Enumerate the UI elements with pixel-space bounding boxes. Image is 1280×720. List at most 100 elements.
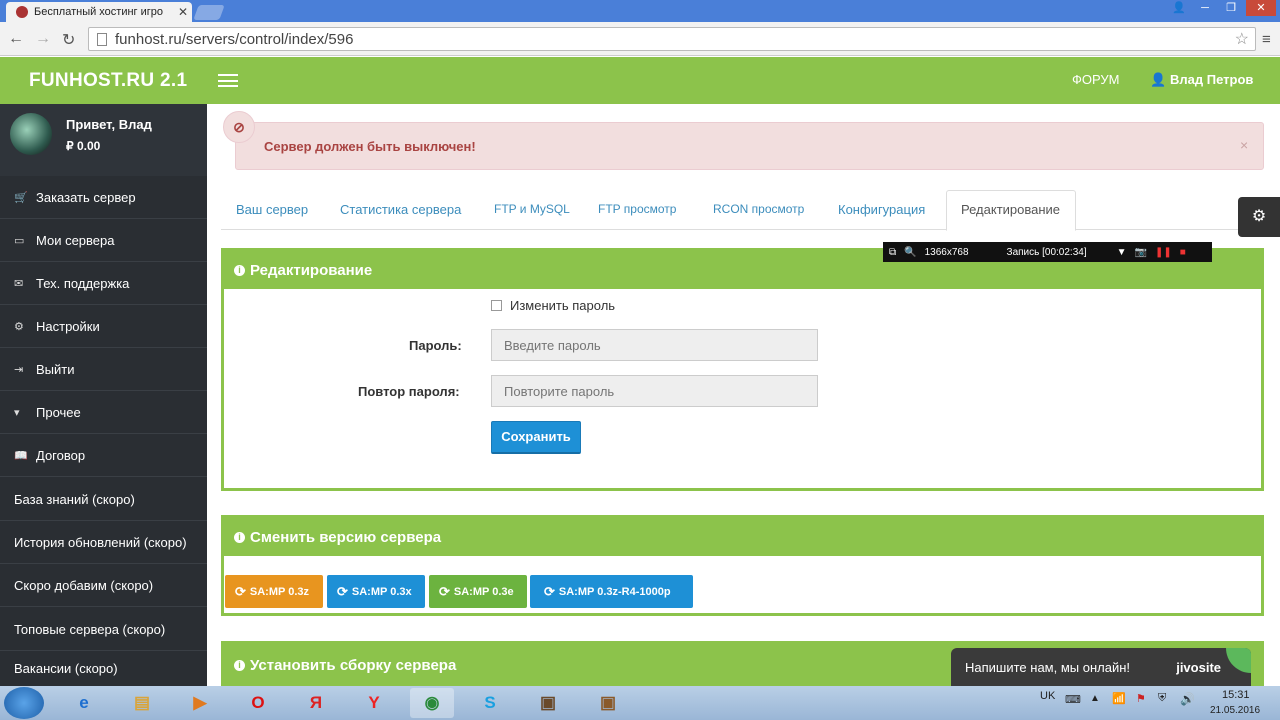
refresh-icon: ⟳ xyxy=(235,583,246,599)
password-input[interactable] xyxy=(491,329,818,361)
version-button-03x[interactable]: ⟳ SA:MP 0.3x xyxy=(327,575,425,608)
avatar xyxy=(10,113,52,155)
favicon-icon xyxy=(16,6,28,18)
stop-icon[interactable]: ■ xyxy=(1180,247,1186,258)
version-button-03z-r4[interactable]: ⟳ SA:MP 0.3z-R4-1000p xyxy=(530,575,693,608)
close-tab-icon[interactable]: ✕ xyxy=(178,5,188,19)
yandex-icon[interactable]: Я xyxy=(294,688,338,718)
sidebar-item-logout[interactable]: ⇥ Выйти xyxy=(0,348,207,391)
tab-server-stats[interactable]: Статистика сервера xyxy=(340,202,461,217)
brand-logo[interactable]: FUNHOST.RU 2.1 xyxy=(29,70,187,92)
tab-editing[interactable]: Редактирование xyxy=(961,202,1060,217)
info-icon: i xyxy=(234,264,245,276)
version-panel-title: Сменить версию сервера xyxy=(250,528,442,546)
opera-icon[interactable]: O xyxy=(236,688,280,718)
network-icon[interactable]: 📶 xyxy=(1112,692,1126,705)
chrome-icon[interactable]: ◉ xyxy=(410,688,454,718)
start-button[interactable] xyxy=(4,687,44,719)
user-menu[interactable]: Влад Петров xyxy=(1170,72,1253,87)
skype-icon[interactable]: S xyxy=(468,688,512,718)
user-icon[interactable]: 👤 xyxy=(1166,0,1192,16)
minimize-icon[interactable]: ─ xyxy=(1192,0,1218,16)
change-password-checkbox[interactable] xyxy=(491,300,502,311)
alert-text: Сервер должен быть выключен! xyxy=(264,139,476,154)
maximize-icon[interactable]: ❐ xyxy=(1218,0,1244,16)
envelope-icon: ✉ xyxy=(14,277,24,290)
tray-expand-icon[interactable]: ▲ xyxy=(1090,693,1100,704)
sidebar-item-update-history[interactable]: История обновлений (скоро) xyxy=(0,521,207,564)
keyboard-icon[interactable]: ⌨ xyxy=(1065,693,1081,706)
forum-link[interactable]: ФОРУМ xyxy=(1072,72,1119,87)
pause-icon[interactable]: ❚❚ xyxy=(1155,247,1172,258)
forward-icon[interactable]: → xyxy=(35,30,51,48)
camera-icon[interactable]: 📷 xyxy=(1135,247,1147,258)
hamburger-menu-icon[interactable] xyxy=(218,74,238,87)
version-button-03e[interactable]: ⟳ SA:MP 0.3e xyxy=(429,575,527,608)
settings-gear-icon[interactable]: ⚙ xyxy=(1238,197,1280,237)
dropdown-icon[interactable]: ▼ xyxy=(1117,247,1127,258)
sidebar-item-coming-soon[interactable]: Скоро добавим (скоро) xyxy=(0,564,207,607)
browser-tab[interactable]: Бесплатный хостинг игро ✕ xyxy=(6,2,192,22)
tab-your-server[interactable]: Ваш сервер xyxy=(236,202,308,217)
media-player-icon[interactable]: ▶ xyxy=(178,688,222,718)
reload-icon[interactable]: ↻ xyxy=(62,30,75,50)
gears-icon: ⚙ xyxy=(14,320,24,333)
clock-time[interactable]: 15:31 xyxy=(1222,689,1250,701)
tab-configuration[interactable]: Конфигурация xyxy=(838,202,925,217)
zoom-icon[interactable]: 🔍 xyxy=(904,247,916,258)
bookmark-star-icon[interactable]: ☆ xyxy=(1235,29,1249,49)
version-panel-header: i Сменить версию сервера xyxy=(221,518,1264,556)
repeat-password-input[interactable] xyxy=(491,375,818,407)
alert-close-icon[interactable]: × xyxy=(1240,137,1248,153)
address-bar[interactable]: funhost.ru/servers/control/index/596 ☆ xyxy=(88,27,1256,51)
tab-rcon-view[interactable]: RCON просмотр xyxy=(713,202,804,216)
security-icon[interactable]: ⛨ xyxy=(1158,692,1166,705)
url-text: funhost.ru/servers/control/index/596 xyxy=(115,30,354,48)
browser-tab-title: Бесплатный хостинг игро xyxy=(34,6,164,18)
back-icon[interactable]: ← xyxy=(8,30,24,48)
yandex-browser-icon[interactable]: Y xyxy=(352,688,396,718)
ie-icon[interactable]: e xyxy=(62,688,106,718)
ban-icon: ⊘ xyxy=(223,111,255,143)
repeat-password-label: Повтор пароля: xyxy=(358,384,460,399)
tab-ftp-view[interactable]: FTP просмотр xyxy=(598,202,676,216)
sidebar-item-top-servers[interactable]: Топовые сервера (скоро) xyxy=(0,608,207,651)
version-button-03z[interactable]: ⟳ SA:MP 0.3z xyxy=(225,575,323,608)
explorer-icon[interactable]: ▤ xyxy=(120,688,164,718)
build-panel-title: Установить сборку сервера xyxy=(250,656,457,674)
clock-date[interactable]: 21.05.2016 xyxy=(1210,705,1260,716)
game-icon-1[interactable]: ▣ xyxy=(526,688,570,718)
sidebar-item-my-servers[interactable]: ▭ Мои сервера xyxy=(0,219,207,262)
game-icon-2[interactable]: ▣ xyxy=(586,688,630,718)
browser-menu-icon[interactable]: ≡ xyxy=(1262,31,1271,48)
sign-out-icon: ⇥ xyxy=(14,363,24,376)
tab-ftp-mysql[interactable]: FTP и MySQL xyxy=(494,202,570,216)
sidebar-item-knowledge-base[interactable]: База знаний (скоро) xyxy=(0,478,207,521)
sidebar-item-other[interactable]: ▾ Прочее xyxy=(0,391,207,434)
refresh-icon: ⟳ xyxy=(337,583,348,599)
sidebar-item-support[interactable]: ✉ Тех. поддержка xyxy=(0,262,207,305)
sidebar-item-order-server[interactable]: 🛒 Заказать сервер xyxy=(0,176,207,219)
change-password-label[interactable]: Изменить пароль xyxy=(510,298,615,313)
flag-icon[interactable]: ⚑ xyxy=(1136,692,1146,705)
info-icon: i xyxy=(234,531,245,543)
sidebar-item-contract[interactable]: 📖 Договор xyxy=(0,434,207,477)
window-icon[interactable]: ⧉ xyxy=(889,247,896,258)
volume-icon[interactable]: 🔊 xyxy=(1180,692,1195,706)
laptop-icon: ▭ xyxy=(14,234,25,247)
chat-brand-logo: jivosite xyxy=(1176,659,1221,675)
recorder-status: Запись [00:02:34] xyxy=(1006,246,1087,258)
browser-tab-bar xyxy=(0,0,1280,22)
sidebar-item-settings[interactable]: ⚙ Настройки xyxy=(0,305,207,348)
sidebar-item-vacancies[interactable]: Вакансии (скоро) xyxy=(0,651,207,686)
recorder-resolution: 1366x768 xyxy=(924,246,969,258)
greeting-text: Привет, Влад xyxy=(66,117,152,132)
close-window-icon[interactable]: ✕ xyxy=(1246,0,1276,16)
save-button[interactable]: Сохранить xyxy=(491,421,581,454)
password-label: Пароль: xyxy=(409,338,462,353)
book-icon: 📖 xyxy=(14,449,28,462)
balance-text: ₽ 0.00 xyxy=(66,139,101,153)
chat-widget[interactable]: Напишите нам, мы онлайн! jivosite xyxy=(951,648,1251,686)
info-icon: i xyxy=(234,659,245,671)
language-indicator[interactable]: UK xyxy=(1040,690,1055,702)
